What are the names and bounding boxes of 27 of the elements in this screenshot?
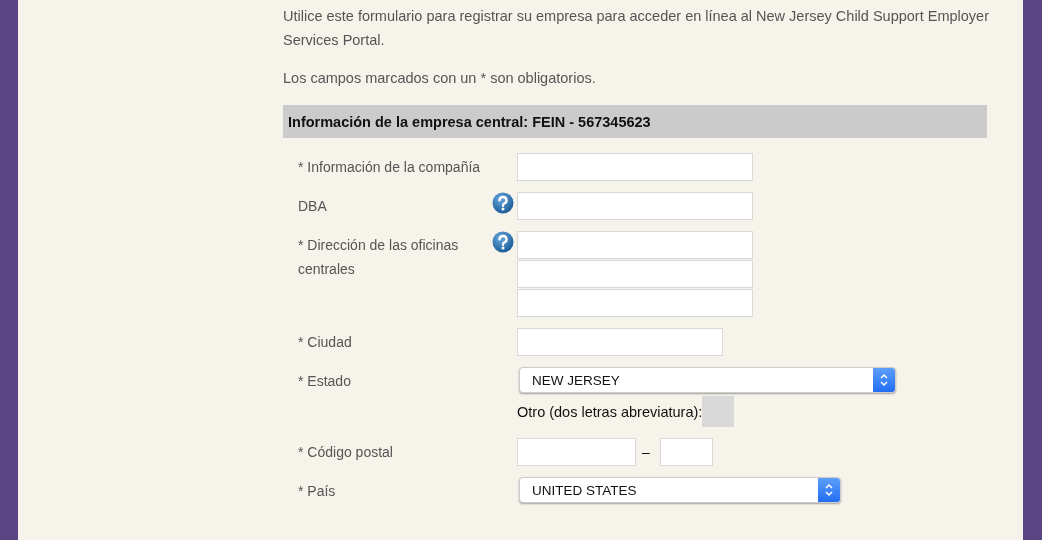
field-label: * Dirección de las oficinas centrales bbox=[298, 236, 460, 279]
select-dropdown[interactable]: NEW JERSEY bbox=[519, 367, 896, 393]
field-label: * Ciudad bbox=[298, 333, 353, 352]
field-label: * Información de la compañía bbox=[298, 158, 482, 177]
field-label: * País bbox=[298, 482, 337, 501]
input-field[interactable] bbox=[659, 438, 713, 466]
input-field[interactable] bbox=[702, 396, 735, 427]
field-label: * Código postal bbox=[298, 443, 394, 462]
input-field[interactable] bbox=[517, 260, 753, 288]
input-field[interactable] bbox=[517, 438, 636, 466]
required-note: Los campos marcados con un * son obligatorios. bbox=[283, 69, 597, 88]
select-dropdown[interactable]: UNITED STATES bbox=[519, 477, 841, 503]
other-label: Otro (dos letras abreviatura): bbox=[517, 403, 703, 420]
input-field[interactable] bbox=[517, 231, 753, 259]
input-field[interactable] bbox=[517, 328, 723, 356]
separator: – bbox=[642, 444, 650, 460]
chevron-icon bbox=[879, 373, 889, 387]
input-field[interactable] bbox=[517, 192, 753, 220]
input-field[interactable] bbox=[517, 153, 753, 181]
section-header: Información de la empresa central: FEIN - 567345623 bbox=[283, 105, 987, 138]
field-label: * Estado bbox=[298, 372, 352, 391]
input-field[interactable] bbox=[517, 289, 753, 317]
intro-text: Utilice este formulario para registrar su empresa para acceder en línea al New Jersey Child Support Employer Services Portal. bbox=[283, 7, 990, 50]
help-icon[interactable] bbox=[492, 192, 514, 214]
chevron-icon bbox=[824, 483, 834, 497]
field-label: DBA bbox=[298, 197, 328, 216]
help-icon[interactable] bbox=[492, 231, 514, 253]
